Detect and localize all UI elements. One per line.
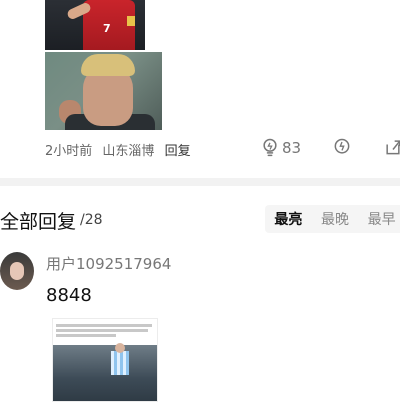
sort-latest[interactable]: 最晚 <box>312 209 359 229</box>
hair-graphic <box>81 54 135 76</box>
section-divider <box>0 178 400 186</box>
reply-image-text <box>56 322 154 340</box>
post-meta-row: 2小时前 山东淄博 回复 <box>45 140 191 159</box>
reply-image[interactable] <box>52 318 158 402</box>
reply-link[interactable]: 回复 <box>165 144 191 159</box>
reply-image-photo <box>53 345 157 401</box>
lightbulb-outline-icon[interactable] <box>332 137 352 157</box>
replies-title: 全部回复 <box>0 211 77 233</box>
replies-count: /28 <box>80 212 103 228</box>
likes-count: 83 <box>282 139 302 157</box>
avatar[interactable] <box>0 252 34 290</box>
share-icon[interactable] <box>383 137 400 157</box>
post-image-meme[interactable] <box>45 52 162 130</box>
post-time: 2小时前 <box>45 144 93 159</box>
player-head-graphic <box>115 343 125 353</box>
sort-most-liked[interactable]: 最亮 <box>265 209 312 229</box>
lightbulb-icon[interactable] <box>260 137 280 157</box>
post-image-top[interactable]: 7 <box>45 0 145 50</box>
armband-graphic <box>127 16 135 26</box>
player-graphic <box>111 351 129 375</box>
sort-earliest[interactable]: 最早 <box>358 209 400 229</box>
sort-toggle-group: 最亮 最晚 最早 <box>265 205 400 233</box>
post-location: 山东淄博 <box>102 144 155 159</box>
reply-content: 8848 <box>46 285 92 306</box>
avatar-face <box>10 262 24 280</box>
reply-username[interactable]: 用户1092517964 <box>46 253 171 274</box>
jersey-number: 7 <box>103 22 111 35</box>
